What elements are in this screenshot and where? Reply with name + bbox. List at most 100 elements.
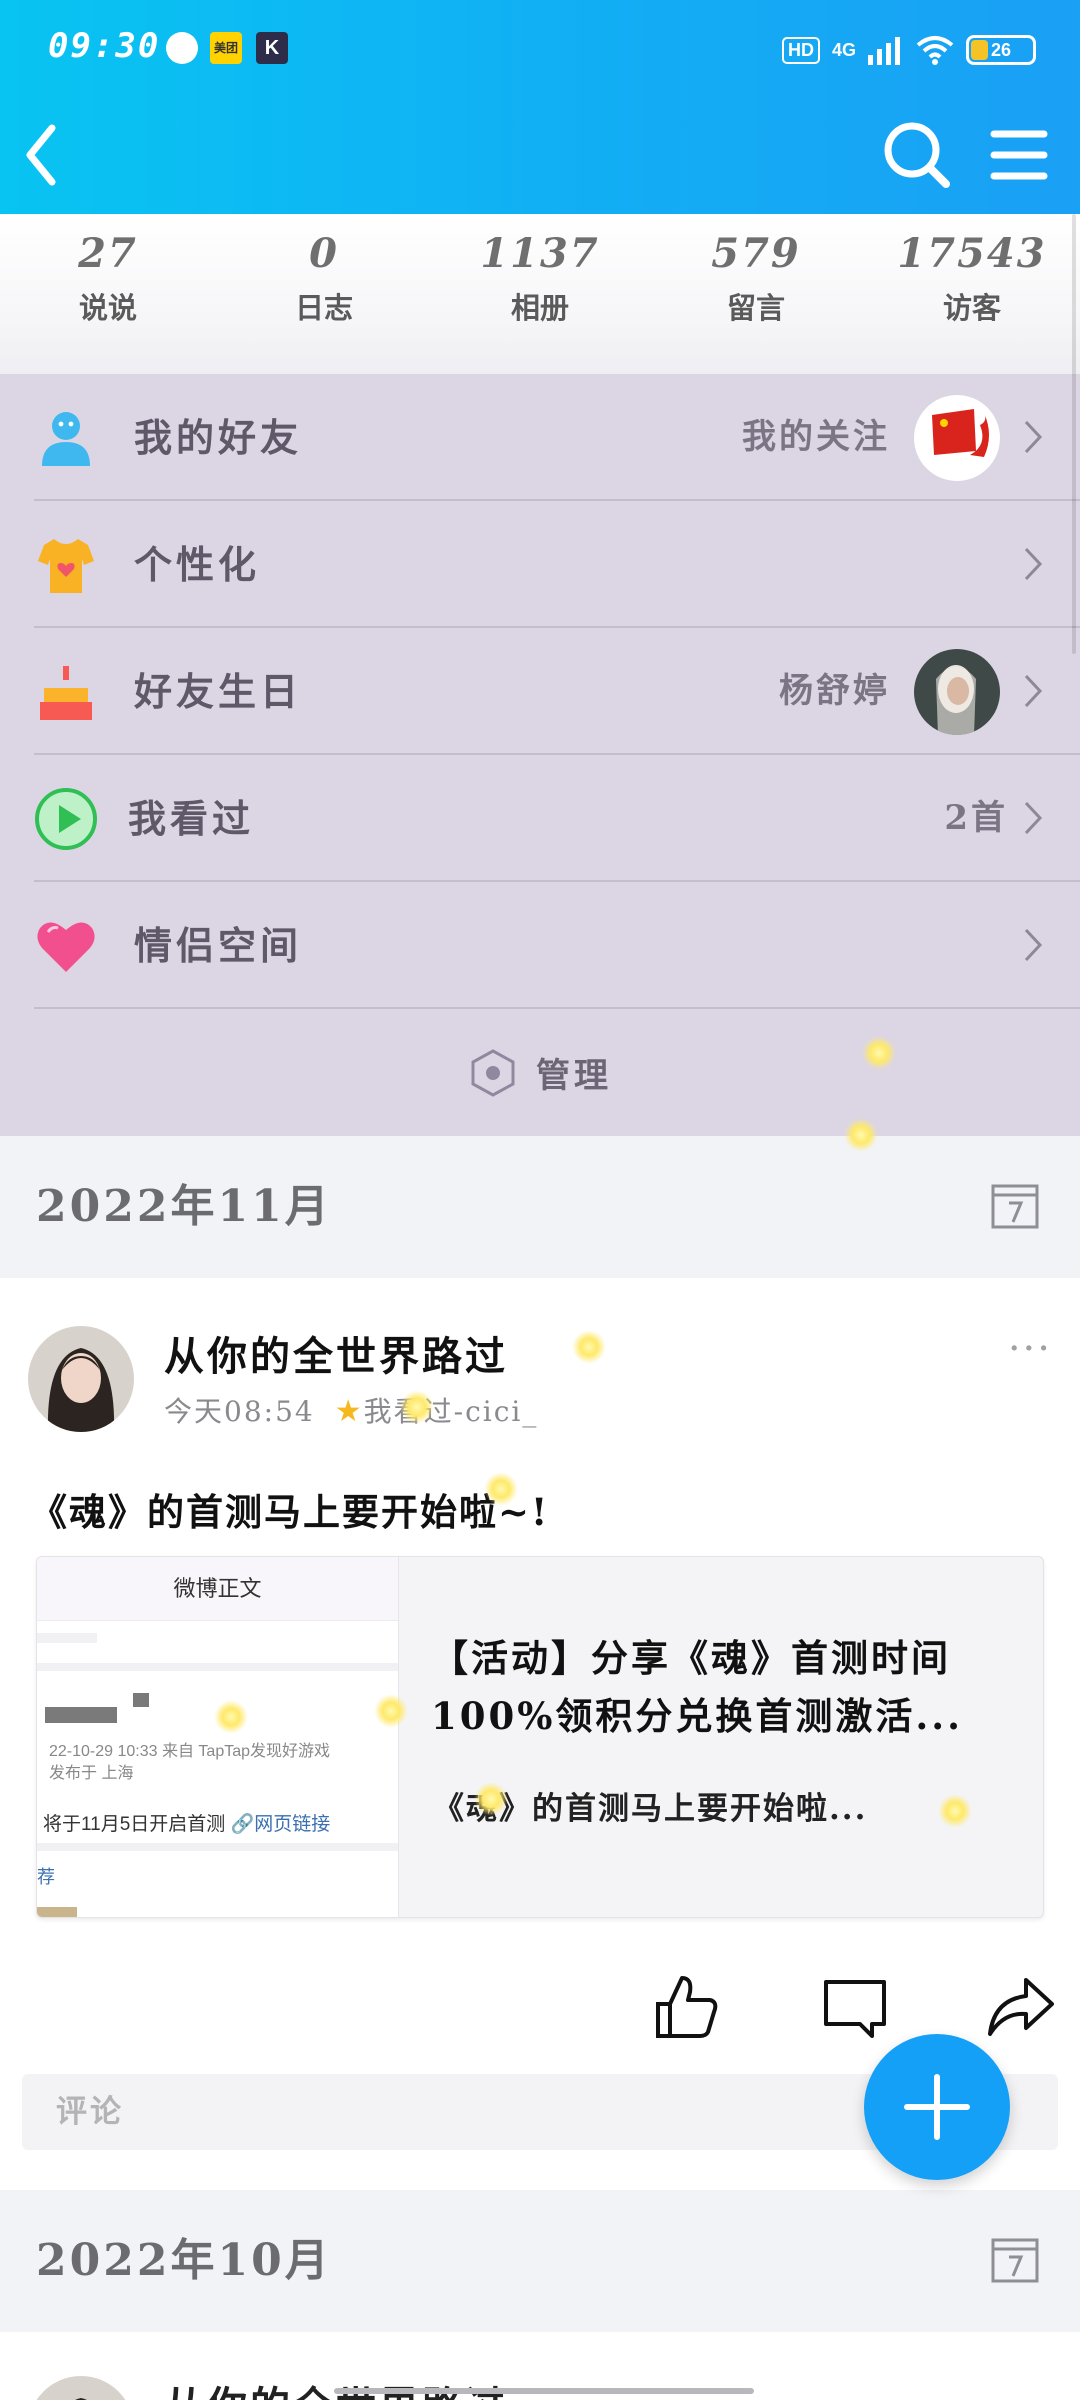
post-text: 《魂》的首测马上要开始啦~! [30, 1490, 550, 1534]
menu-item-friends[interactable]: 我的好友 我的关注 [0, 374, 1080, 501]
thumb-body: 将于11月5日开启首测 🔗网页链接 [43, 1809, 330, 1836]
stat-count: 579 [711, 230, 801, 277]
menu-label: 个性化 [134, 542, 261, 587]
stat-album[interactable]: 1137 相册 [432, 214, 648, 374]
meituan-icon: 美团 [210, 32, 242, 64]
friend-icon [42, 412, 90, 466]
post-source-label: 我看过-cici_ [363, 1395, 539, 1428]
stat-count: 17543 [897, 230, 1047, 277]
stat-label: 相册 [510, 291, 569, 325]
more-options-button[interactable]: ··· [1008, 1326, 1052, 1372]
author-avatar[interactable] [28, 1326, 134, 1432]
star-icon: ★ [334, 1394, 364, 1429]
stat-label: 日志 [294, 291, 353, 325]
thumb-link: 🔗网页链接 [230, 1814, 331, 1835]
sparkle-decoration [572, 1330, 606, 1364]
menu-right-text: 2首 [944, 798, 1008, 838]
month-header-nov: 2022年11月 [0, 1136, 1080, 1278]
like-icon[interactable] [652, 1972, 722, 2042]
stat-visitors[interactable]: 17543 访客 [864, 214, 1080, 374]
chevron-right-icon [1024, 928, 1043, 962]
battery-indicator: 26 [966, 35, 1036, 65]
month-label: 2022年10月 [36, 2235, 332, 2286]
manage-button[interactable]: 管理 [0, 1009, 1080, 1136]
thumb-title: 微博正文 [37, 1557, 398, 1621]
hamburger-icon [990, 130, 1048, 180]
thumb-sep [37, 1663, 398, 1671]
play-icon [35, 788, 97, 850]
sparkle-decoration [214, 1700, 248, 1734]
menu-button[interactable] [976, 110, 1066, 200]
manage-label: 管理 [536, 1056, 612, 1096]
stat-messages[interactable]: 579 留言 [648, 214, 864, 374]
blurred-name [45, 1707, 117, 1723]
profile-menu: 我的好友 我的关注 个性化 好友生日 杨舒婷 我看过 2首 情侣空间 管理 [0, 374, 1080, 1136]
sparkle-decoration [400, 1390, 434, 1424]
stat-label: 留言 [726, 291, 785, 325]
stat-shuoshuo[interactable]: 27 说说 [0, 214, 216, 374]
new-post-button[interactable] [864, 2034, 1010, 2180]
calendar-icon[interactable] [990, 1180, 1040, 1230]
shirt-icon [38, 539, 94, 593]
search-icon [884, 122, 950, 188]
compass-icon [166, 32, 198, 64]
status-bar: 09:30 美团 K HD 4G 26 [0, 0, 1080, 100]
menu-item-couple[interactable]: 情侣空间 [0, 882, 1080, 1009]
month-header-oct: 2022年10月 [0, 2190, 1080, 2332]
menu-label: 情侣空间 [134, 923, 303, 968]
search-button[interactable] [872, 110, 962, 200]
stat-label: 访客 [942, 291, 1001, 325]
k-app-icon: K [256, 32, 288, 64]
sparkle-decoration [484, 1472, 518, 1506]
home-indicator[interactable] [334, 2388, 754, 2394]
battery-text: 26 [990, 40, 1012, 60]
sparkle-decoration [374, 1694, 408, 1728]
post-source: ★我看过-cici_ [335, 1390, 539, 1430]
stats-bar: 27 说说 0 日志 1137 相册 579 留言 17543 访客 [0, 214, 1080, 374]
stat-count: 1137 [480, 230, 600, 277]
menu-item-personalize[interactable]: 个性化 [0, 501, 1080, 628]
share-icon[interactable] [986, 1972, 1056, 2042]
calendar-icon[interactable] [990, 2234, 1040, 2284]
scrollbar[interactable] [1072, 214, 1076, 654]
menu-right-text: 杨舒婷 [779, 671, 890, 711]
thumb-sep [37, 1843, 398, 1851]
status-time: 09:30 [48, 26, 161, 66]
menu-item-birthday[interactable]: 好友生日 杨舒婷 [0, 628, 1080, 755]
shared-link-card[interactable]: 微博正文 22-10-29 10:33 来自 TapTap发现好游戏 发布于 上… [36, 1556, 1044, 1918]
post-author[interactable]: 从你的全世界路过 [164, 2374, 508, 2400]
sparkle-decoration [474, 1782, 508, 1816]
wifi-icon [916, 36, 954, 65]
thumb-rec: 荐 [37, 1867, 55, 1887]
stat-blog[interactable]: 0 日志 [216, 214, 432, 374]
status-indicators: HD 4G 26 [781, 30, 1036, 70]
birthday-avatar [914, 649, 1000, 735]
month-label: 2022年11月 [36, 1181, 332, 1232]
hexagon-settings-icon [471, 1048, 515, 1097]
stat-count: 0 [309, 230, 339, 277]
post-time: 今天08:54 [164, 1395, 315, 1428]
nav-bar [0, 100, 1080, 214]
network-type: 4G [831, 39, 856, 60]
comment-icon[interactable] [820, 1972, 890, 2042]
link-thumbnail: 微博正文 22-10-29 10:33 来自 TapTap发现好游戏 发布于 上… [37, 1557, 399, 1917]
signal-icon [868, 37, 900, 65]
chevron-right-icon [1024, 801, 1043, 835]
back-button[interactable] [0, 110, 90, 200]
menu-label: 我看过 [128, 796, 255, 841]
thumb-meta: 发布于 上海 [49, 1765, 134, 1782]
link-title: 【活动】分享《魂》首测时间100%领积分兑换首测激活... [431, 1636, 964, 1738]
menu-label: 我的好友 [134, 415, 303, 460]
sparkle-decoration [844, 1118, 878, 1152]
hd-badge: HD [781, 36, 820, 64]
menu-item-watched[interactable]: 我看过 2首 [0, 755, 1080, 882]
comment-placeholder: 评论 [56, 2094, 124, 2130]
chevron-right-icon [1024, 674, 1043, 708]
heart-icon [37, 922, 95, 972]
plus-icon [904, 2074, 970, 2140]
post-author[interactable]: 从你的全世界路过 [164, 1324, 508, 1382]
thumb-meta: 22-10-29 10:33 来自 TapTap发现好游戏 [49, 1743, 331, 1760]
thumb-line [37, 1907, 77, 1917]
app-header: 09:30 美团 K HD 4G 26 [0, 0, 1080, 214]
blurred-name [133, 1693, 149, 1707]
